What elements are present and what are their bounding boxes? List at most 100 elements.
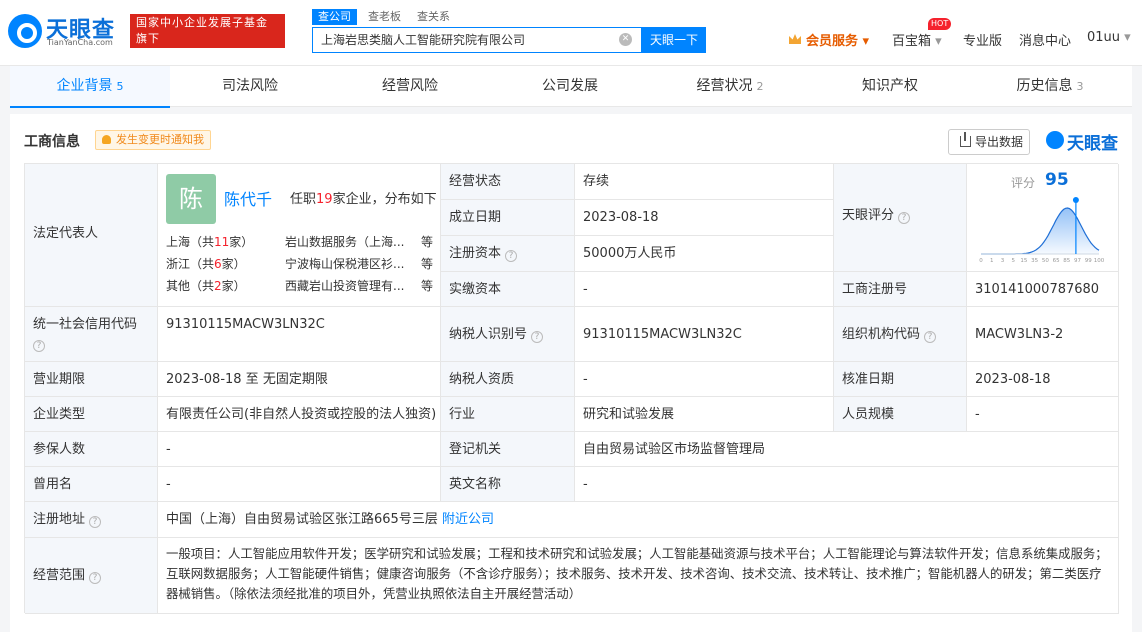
search-tab-relation[interactable]: 查关系 — [417, 9, 450, 25]
tab-intellectual-property[interactable]: 知识产权 — [810, 66, 970, 107]
credit-code-label: 统一社会信用代码? — [25, 307, 158, 362]
score-axis-tick: 3 — [1001, 258, 1005, 264]
search-input[interactable]: 上海岩思类脑人工智能研究院有限公司 — [312, 27, 642, 53]
user-menu[interactable]: 01uu ▾ — [1087, 30, 1131, 45]
hot-badge: HOT — [928, 18, 952, 30]
region-company[interactable]: 岩山数据服务（上海... — [285, 233, 415, 252]
legal-rep-label: 法定代表人 — [25, 164, 158, 307]
region-row[interactable]: 浙江（共6家） 宁波梅山保税港区衫... 等 — [166, 255, 436, 275]
score-axis-tick: 0 — [979, 258, 983, 264]
taxpayer-qual-label: 纳税人资质 — [441, 362, 575, 397]
legal-rep-cell: 陈 陈代千 任职19家企业，分布如下 上海（共11家） 岩山数据服务（上海...… — [158, 164, 441, 307]
taxpayer-qual-value: - — [575, 362, 834, 397]
region-more: 等 — [421, 279, 434, 293]
credit-code-value: 91310115MACW3LN32C — [158, 307, 441, 362]
former-name-value: - — [158, 467, 441, 502]
score-axis-tick: 99 — [1085, 258, 1092, 264]
region-row[interactable]: 其他（共2家） 西藏岩山投资管理有... 等 — [166, 277, 436, 297]
help-icon[interactable]: ? — [505, 250, 518, 262]
clear-search-icon[interactable]: ✕ — [619, 33, 632, 46]
english-name-value: - — [575, 467, 1119, 502]
message-center-link[interactable]: 消息中心 — [1019, 30, 1071, 49]
avatar[interactable]: 陈 — [166, 174, 216, 224]
score-axis-tick: 5 — [1011, 258, 1015, 264]
insured-count-label: 参保人数 — [25, 432, 158, 467]
taxpayer-id-label: 纳税人识别号? — [441, 307, 575, 362]
region-count: 上海（共11家） — [166, 235, 254, 249]
org-code-label: 组织机构代码? — [834, 307, 967, 362]
company-type-label: 企业类型 — [25, 397, 158, 432]
region-more: 等 — [421, 257, 434, 271]
former-name-label: 曾用名 — [25, 467, 158, 502]
region-row[interactable]: 上海（共11家） 岩山数据服务（上海... 等 — [166, 233, 436, 253]
capital-label: 注册资本? — [441, 236, 575, 272]
score-cell[interactable]: 评分 95 0 1 3 5 15 35 50 65 85 97 99 100 — [967, 164, 1119, 272]
treasure-box-menu[interactable]: 百宝箱 ▾ — [892, 30, 942, 49]
staff-size-value: - — [967, 397, 1119, 432]
tab-operation-status[interactable]: 经营状况 2 — [650, 66, 810, 107]
score-axis-tick: 15 — [1020, 258, 1027, 264]
section-title: 工商信息 — [24, 134, 80, 150]
approve-date-value: 2023-08-18 — [967, 362, 1119, 397]
status-label: 经营状态 — [441, 164, 575, 200]
tab-history-info[interactable]: 历史信息 3 — [970, 66, 1130, 107]
nearby-companies-link[interactable]: 附近公司 — [442, 512, 494, 527]
bell-icon — [102, 135, 111, 144]
help-icon[interactable]: ? — [33, 340, 45, 352]
org-code-value: MACW3LN3-2 — [967, 307, 1119, 362]
score-chart: 评分 95 0 1 3 5 15 35 50 65 85 97 99 100 — [967, 164, 1117, 272]
score-marker-dot — [1072, 197, 1079, 203]
business-info-card: 工商信息 发生变更时通知我 导出数据 天眼查 法定代表人 陈 陈代千 任职19家… — [10, 114, 1132, 632]
search-tab-company[interactable]: 查公司 — [312, 9, 357, 25]
score-axis-tick: 50 — [1042, 258, 1049, 264]
industry-label: 行业 — [441, 397, 575, 432]
download-icon — [960, 132, 971, 147]
paid-capital-value: - — [575, 272, 834, 307]
tab-judicial-risk[interactable]: 司法风险 — [170, 66, 330, 107]
logo-subtext: TianYanCha.com — [47, 38, 113, 47]
score-axis-tick: 100 — [1094, 258, 1105, 264]
status-value: 存续 — [575, 164, 834, 200]
reg-no-label: 工商注册号 — [834, 272, 967, 307]
help-icon[interactable]: ? — [89, 572, 102, 584]
crown-icon — [789, 34, 801, 44]
help-icon[interactable]: ? — [89, 516, 102, 528]
chevron-down-icon: ▾ — [1124, 30, 1131, 45]
authority-label: 登记机关 — [441, 432, 575, 467]
tab-operation-risk[interactable]: 经营风险 — [330, 66, 490, 107]
banner-line-1: 国家中小企业发展子基金旗下 — [136, 16, 268, 45]
region-count: 其他（共2家） — [166, 279, 246, 293]
search-tab-boss[interactable]: 查老板 — [368, 9, 401, 25]
score-axis-tick: 35 — [1031, 258, 1038, 264]
business-scope-value: 一般项目：人工智能应用软件开发；医学研究和试验发展；工程和技术研究和试验发展；人… — [158, 538, 1119, 614]
legal-rep-summary: 任职19家企业，分布如下 — [290, 192, 437, 207]
score-axis-tick: 97 — [1074, 258, 1081, 264]
legal-rep-name-link[interactable]: 陈代千 — [224, 190, 272, 209]
tab-enterprise-background[interactable]: 企业背景 5 — [10, 66, 170, 108]
logo[interactable]: 天眼查 TianYanCha.com — [8, 12, 126, 52]
address-label: 注册地址? — [25, 502, 158, 538]
business-info-table: 法定代表人 陈 陈代千 任职19家企业，分布如下 上海（共11家） 岩山数据服务… — [24, 163, 1119, 614]
official-banner: 国家中小企业发展子基金旗下 官方备案企业征信机构 — [130, 14, 285, 61]
export-data-button[interactable]: 导出数据 — [948, 129, 1030, 155]
region-company[interactable]: 西藏岩山投资管理有... — [285, 277, 415, 296]
found-date-label: 成立日期 — [441, 200, 575, 236]
brand-watermark: 天眼查 — [1067, 134, 1118, 154]
help-icon[interactable]: ? — [531, 331, 544, 343]
help-icon[interactable]: ? — [924, 331, 937, 343]
pro-version-link[interactable]: 专业版 — [963, 30, 1002, 49]
help-icon[interactable]: ? — [898, 212, 911, 224]
insured-count-value: - — [158, 432, 441, 467]
region-company[interactable]: 宁波梅山保税港区衫... — [285, 255, 415, 274]
region-count: 浙江（共6家） — [166, 257, 246, 271]
tab-company-development[interactable]: 公司发展 — [490, 66, 650, 107]
industry-value: 研究和试验发展 — [575, 397, 834, 432]
capital-value: 50000万人民币 — [575, 236, 834, 272]
change-notify-button[interactable]: 发生变更时通知我 — [95, 130, 211, 150]
business-scope-label: 经营范围? — [25, 538, 158, 614]
region-more: 等 — [421, 235, 434, 249]
address-value: 中国（上海）自由贸易试验区张江路665号三层 附近公司 — [158, 502, 1119, 538]
search-button[interactable]: 天眼一下 — [642, 27, 706, 53]
vip-service-menu[interactable]: 会员服务 ▾ — [806, 30, 869, 49]
found-date-value: 2023-08-18 — [575, 200, 834, 236]
